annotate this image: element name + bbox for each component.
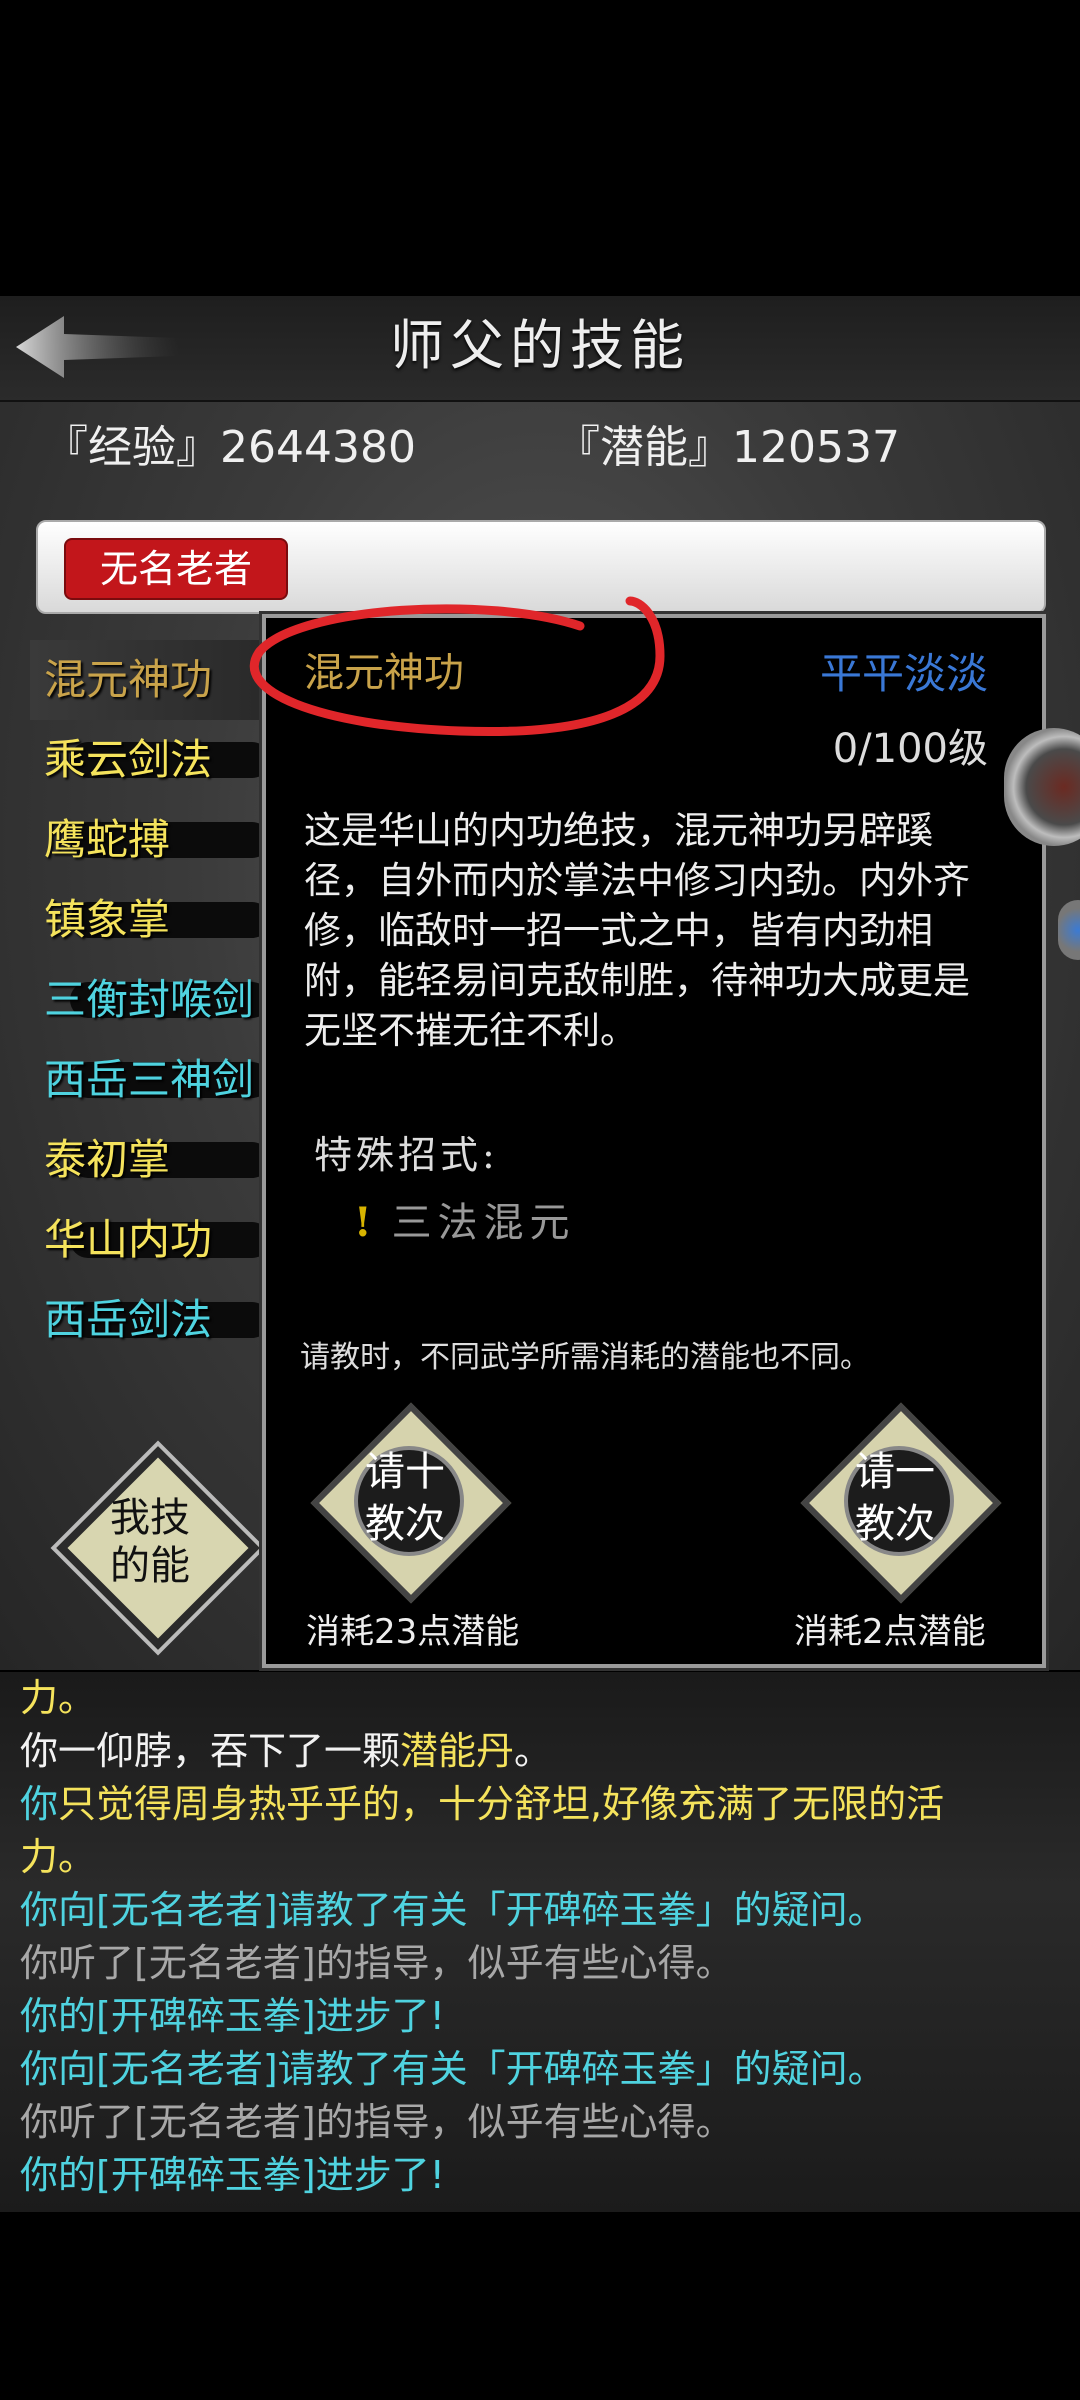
cost-ten: 消耗23点潜能 xyxy=(306,1612,520,1652)
skill-list-label: 乘云剑法 xyxy=(44,735,213,784)
bottom-area xyxy=(0,2212,1080,2400)
log-line: 你向[无名老者]请教了有关「开碑碎玉拳」的疑问。 xyxy=(20,2047,886,2091)
log-line: 你只觉得周身热乎乎的，十分舒坦,好像充满了无限的活 xyxy=(20,1782,945,1826)
detail-skill-name: 混元神功 xyxy=(304,650,464,696)
skill-list-item[interactable]: 镇象掌 xyxy=(30,880,260,960)
skill-list-item[interactable]: 三衡封喉剑 xyxy=(30,960,260,1040)
skill-list-label: 镇象掌 xyxy=(44,895,171,944)
special-move: ! 三法混元 xyxy=(354,1190,576,1248)
log-line: 你向[无名老者]请教了有关「开碑碎玉拳」的疑问。 xyxy=(20,1888,886,1932)
skill-list-item[interactable]: 混元神功 xyxy=(30,640,260,720)
skill-list-label: 西岳三神剑 xyxy=(44,1055,255,1104)
my-skills-button[interactable]: 我技 的能 xyxy=(56,1446,260,1650)
potential-stat: 『潜能』120537 xyxy=(556,422,900,473)
log-line: 你的[开碑碎玉拳]进步了! xyxy=(20,2153,445,2197)
detail-skill-grade: 平平淡淡 xyxy=(819,649,988,698)
special-move-mark: ! xyxy=(354,1199,378,1246)
cost-note: 请教时，不同武学所需消耗的潜能也不同。 xyxy=(300,1340,870,1375)
log-line: 你听了[无名老者]的指导，似乎有些心得。 xyxy=(20,2100,734,2144)
page-title: 师父的技能 xyxy=(390,314,690,377)
skill-list-item[interactable]: 华山内功 xyxy=(30,1200,260,1280)
ask-once-button[interactable]: 请一 教次 xyxy=(800,1402,1002,1604)
skill-list-item[interactable]: 西岳剑法 xyxy=(30,1280,260,1360)
skill-list-label: 混元神功 xyxy=(44,655,213,704)
message-log: 力。 你一仰脖，吞下了一颗潜能丹。 你只觉得周身热乎乎的，十分舒坦,好像充满了无限的… xyxy=(0,1672,1080,2212)
skill-list-item[interactable]: 泰初掌 xyxy=(30,1120,260,1200)
skill-list: 混元神功乘云剑法鹰蛇搏镇象掌三衡封喉剑西岳三神剑泰初掌华山内功西岳剑法 xyxy=(30,640,260,1390)
status-area xyxy=(0,0,1080,296)
skill-list-item[interactable]: 鹰蛇搏 xyxy=(30,800,260,880)
log-line: 你一仰脖，吞下了一颗潜能丹。 xyxy=(20,1729,553,1773)
skill-list-label: 泰初掌 xyxy=(44,1135,171,1184)
side-globe-icon[interactable] xyxy=(1058,900,1080,960)
master-name-tag[interactable]: 无名老者 xyxy=(64,538,288,600)
skill-list-item[interactable]: 西岳三神剑 xyxy=(30,1040,260,1120)
cost-one: 消耗2点潜能 xyxy=(794,1612,986,1652)
log-line: 你听了[无名老者]的指导，似乎有些心得。 xyxy=(20,1941,734,1985)
exp-stat: 『经验』2644380 xyxy=(44,422,416,473)
log-line: 你的[开碑碎玉拳]进步了! xyxy=(20,1994,445,2038)
detail-skill-level: 0/100级 xyxy=(832,726,988,772)
skill-list-item[interactable]: 乘云剑法 xyxy=(30,720,260,800)
log-line: 力。 xyxy=(20,1835,97,1879)
skill-list-label: 鹰蛇搏 xyxy=(44,815,171,864)
detail-description: 这是华山的内功绝技，混元神功另辟蹊径，自外而内於掌法中修习内劲。内外齐修，临敌时… xyxy=(304,809,970,1052)
special-move-name: 三法混元 xyxy=(391,1200,576,1246)
special-moves-label: 特殊招式: xyxy=(314,1133,499,1177)
skill-list-label: 西岳剑法 xyxy=(44,1295,213,1344)
skill-list-label: 三衡封喉剑 xyxy=(44,975,255,1024)
side-menu-icon[interactable] xyxy=(1004,728,1080,846)
ask-ten-times-button[interactable]: 请十 教次 xyxy=(310,1402,512,1604)
log-line: 力。 xyxy=(20,1676,97,1720)
skill-list-label: 华山内功 xyxy=(44,1215,213,1264)
